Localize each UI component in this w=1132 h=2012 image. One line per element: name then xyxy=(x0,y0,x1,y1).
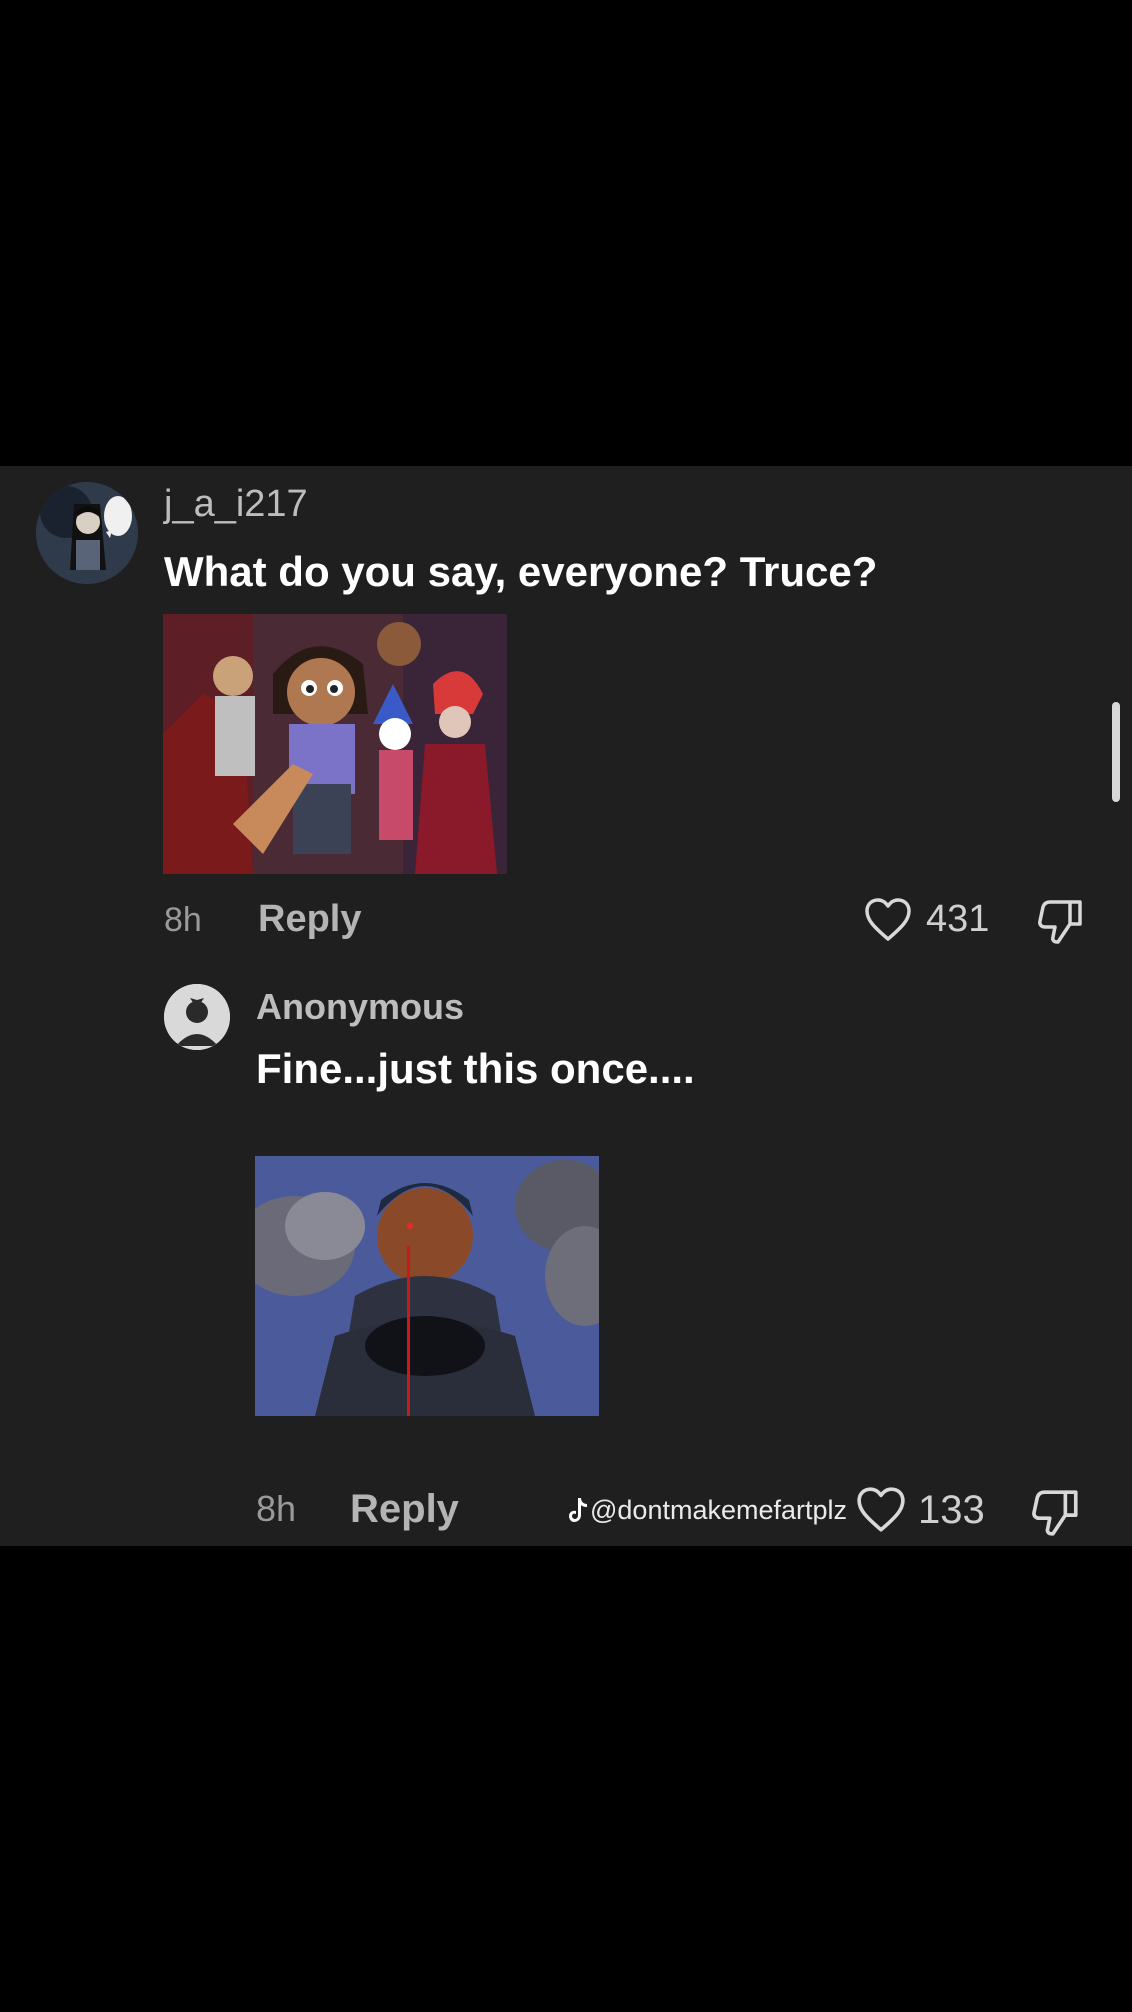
comments-panel: j_a_i217 What do you say, everyone? Truc… xyxy=(0,466,1132,1546)
scrollbar[interactable] xyxy=(1112,702,1120,802)
reply-reply-button[interactable]: Reply xyxy=(350,1484,459,1534)
thumbs-down-icon[interactable] xyxy=(1036,896,1086,946)
comment-username[interactable]: j_a_i217 xyxy=(164,482,308,526)
comment-time: 8h xyxy=(164,901,202,939)
reply-username[interactable]: Anonymous xyxy=(256,984,464,1030)
reply-text: Fine...just this once.... xyxy=(256,1045,695,1092)
reply-like-count: 133 xyxy=(918,1488,985,1532)
reply-avatar[interactable] xyxy=(164,984,230,1050)
avatar[interactable] xyxy=(36,482,138,584)
reply-time: 8h xyxy=(256,1488,297,1529)
heart-icon[interactable] xyxy=(856,1486,906,1534)
thumbs-down-icon[interactable] xyxy=(1030,1486,1082,1538)
comment-image[interactable] xyxy=(163,614,507,874)
comment-text: What do you say, everyone? Truce? xyxy=(164,548,878,595)
reply-image[interactable] xyxy=(255,1156,599,1416)
comment-reply-button[interactable]: Reply xyxy=(258,896,361,942)
heart-icon[interactable] xyxy=(864,897,912,943)
watermark-handle: @dontmakemefartplz xyxy=(590,1495,848,1525)
tiktok-icon xyxy=(568,1496,588,1524)
comment-like-count: 431 xyxy=(926,898,990,940)
